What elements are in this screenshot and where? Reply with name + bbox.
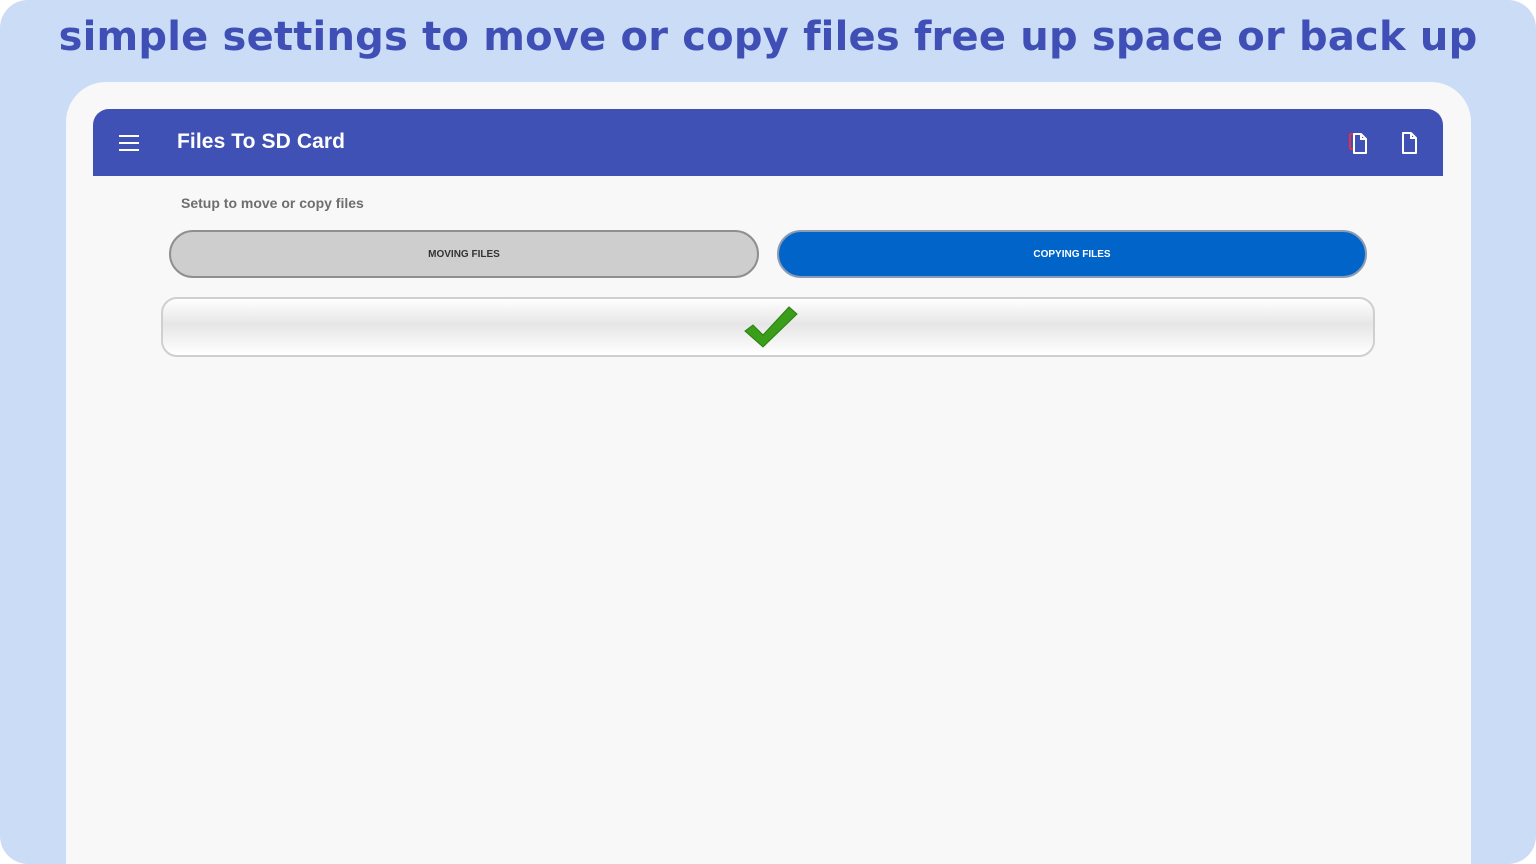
status-panel bbox=[161, 297, 1375, 357]
copy-files-icon[interactable] bbox=[1346, 129, 1374, 157]
app-bar: Files To SD Card bbox=[93, 109, 1443, 176]
screenshot-canvas: simple settings to move or copy files fr… bbox=[0, 0, 1536, 864]
file-icon[interactable] bbox=[1395, 129, 1423, 157]
banner-headline: simple settings to move or copy files fr… bbox=[58, 14, 1478, 60]
copying-files-button[interactable]: COPYING FILES bbox=[777, 230, 1367, 278]
hamburger-menu-icon[interactable] bbox=[115, 131, 143, 155]
checkmark-icon bbox=[743, 305, 799, 351]
app-title: Files To SD Card bbox=[177, 130, 346, 153]
moving-files-button[interactable]: MOVING FILES bbox=[169, 230, 759, 278]
tablet-screen: Files To SD Card Setup to move or copy f… bbox=[66, 82, 1471, 864]
setup-label: Setup to move or copy files bbox=[181, 195, 364, 211]
